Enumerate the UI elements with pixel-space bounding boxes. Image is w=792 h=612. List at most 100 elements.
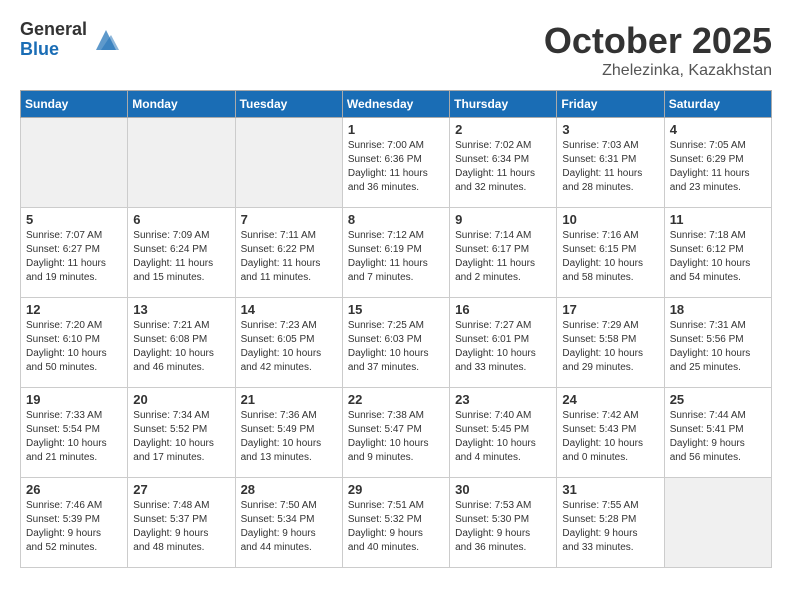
day-info: Sunrise: 7:51 AM Sunset: 5:32 PM Dayligh… <box>348 499 444 555</box>
calendar-cell: 13 Sunrise: 7:21 AM Sunset: 6:08 PM Dayli… <box>128 298 235 388</box>
day-number: 12 <box>26 302 122 317</box>
day-info: Sunrise: 7:23 AM Sunset: 6:05 PM Dayligh… <box>241 319 337 375</box>
day-number: 26 <box>26 482 122 497</box>
day-number: 30 <box>455 482 551 497</box>
day-number: 16 <box>455 302 551 317</box>
weekday-header: Sunday <box>21 91 128 118</box>
calendar-cell: 22 Sunrise: 7:38 AM Sunset: 5:47 PM Dayli… <box>342 388 449 478</box>
day-number: 5 <box>26 212 122 227</box>
day-number: 17 <box>562 302 658 317</box>
calendar-cell: 19 Sunrise: 7:33 AM Sunset: 5:54 PM Dayli… <box>21 388 128 478</box>
calendar-cell: 14Sunrise: 7:23 AM Sunset: 6:05 PM Dayli… <box>235 298 342 388</box>
calendar-cell: 27 Sunrise: 7:48 AM Sunset: 5:37 PM Dayli… <box>128 478 235 568</box>
calendar-cell: 1 Sunrise: 7:00 AM Sunset: 6:36 PM Daylig… <box>342 118 449 208</box>
day-number: 4 <box>670 122 766 137</box>
day-info: Sunrise: 7:50 AM Sunset: 5:34 PM Dayligh… <box>241 499 337 555</box>
month-title: October 2025 <box>544 20 772 62</box>
page-header: General Blue October 2025 Zhelezinka, Ka… <box>20 20 772 80</box>
weekday-header: Wednesday <box>342 91 449 118</box>
title-block: October 2025 Zhelezinka, Kazakhstan <box>544 20 772 80</box>
day-info: Sunrise: 7:27 AM Sunset: 6:01 PM Dayligh… <box>455 319 551 375</box>
calendar-cell: 21 Sunrise: 7:36 AM Sunset: 5:49 PM Dayli… <box>235 388 342 478</box>
weekday-header: Friday <box>557 91 664 118</box>
calendar-table: SundayMondayTuesdayWednesdayThursdayFrid… <box>20 90 772 568</box>
calendar-cell: 17Sunrise: 7:29 AM Sunset: 5:58 PM Dayli… <box>557 298 664 388</box>
calendar-cell: 7 Sunrise: 7:11 AM Sunset: 6:22 PM Daylig… <box>235 208 342 298</box>
day-number: 27 <box>133 482 229 497</box>
calendar-cell: 6 Sunrise: 7:09 AM Sunset: 6:24 PM Daylig… <box>128 208 235 298</box>
day-info: Sunrise: 7:12 AM Sunset: 6:19 PM Dayligh… <box>348 229 444 285</box>
day-info: Sunrise: 7:25 AM Sunset: 6:03 PM Dayligh… <box>348 319 444 375</box>
logo: General Blue <box>20 20 121 60</box>
day-number: 21 <box>241 392 337 407</box>
calendar-cell: 29 Sunrise: 7:51 AM Sunset: 5:32 PM Dayli… <box>342 478 449 568</box>
calendar-cell: 16 Sunrise: 7:27 AM Sunset: 6:01 PM Dayli… <box>450 298 557 388</box>
day-info: Sunrise: 7:40 AM Sunset: 5:45 PM Dayligh… <box>455 409 551 465</box>
day-number: 1 <box>348 122 444 137</box>
day-number: 24 <box>562 392 658 407</box>
calendar-cell: 10 Sunrise: 7:16 AM Sunset: 6:15 PM Dayli… <box>557 208 664 298</box>
calendar-cell: 2 Sunrise: 7:02 AM Sunset: 6:34 PM Daylig… <box>450 118 557 208</box>
day-number: 25 <box>670 392 766 407</box>
calendar-cell: 31Sunrise: 7:55 AM Sunset: 5:28 PM Dayli… <box>557 478 664 568</box>
day-number: 29 <box>348 482 444 497</box>
day-info: Sunrise: 7:00 AM Sunset: 6:36 PM Dayligh… <box>348 139 444 195</box>
weekday-header: Saturday <box>664 91 771 118</box>
calendar-cell: 28 Sunrise: 7:50 AM Sunset: 5:34 PM Dayli… <box>235 478 342 568</box>
day-info: Sunrise: 7:21 AM Sunset: 6:08 PM Dayligh… <box>133 319 229 375</box>
calendar-cell: 23 Sunrise: 7:40 AM Sunset: 5:45 PM Dayli… <box>450 388 557 478</box>
day-info: Sunrise: 7:14 AM Sunset: 6:17 PM Dayligh… <box>455 229 551 285</box>
day-number: 3 <box>562 122 658 137</box>
calendar-cell <box>128 118 235 208</box>
day-number: 22 <box>348 392 444 407</box>
calendar-cell: 15 Sunrise: 7:25 AM Sunset: 6:03 PM Dayli… <box>342 298 449 388</box>
day-info: Sunrise: 7:38 AM Sunset: 5:47 PM Dayligh… <box>348 409 444 465</box>
calendar-cell: 24 Sunrise: 7:42 AM Sunset: 5:43 PM Dayli… <box>557 388 664 478</box>
day-info: Sunrise: 7:34 AM Sunset: 5:52 PM Dayligh… <box>133 409 229 465</box>
day-info: Sunrise: 7:03 AM Sunset: 6:31 PM Dayligh… <box>562 139 658 195</box>
day-number: 19 <box>26 392 122 407</box>
day-number: 11 <box>670 212 766 227</box>
day-number: 6 <box>133 212 229 227</box>
day-info: Sunrise: 7:11 AM Sunset: 6:22 PM Dayligh… <box>241 229 337 285</box>
day-info: Sunrise: 7:16 AM Sunset: 6:15 PM Dayligh… <box>562 229 658 285</box>
day-number: 18 <box>670 302 766 317</box>
logo-blue: Blue <box>20 40 87 60</box>
weekday-header: Thursday <box>450 91 557 118</box>
day-number: 9 <box>455 212 551 227</box>
calendar-cell: 5 Sunrise: 7:07 AM Sunset: 6:27 PM Daylig… <box>21 208 128 298</box>
day-number: 2 <box>455 122 551 137</box>
day-number: 28 <box>241 482 337 497</box>
calendar-cell <box>235 118 342 208</box>
calendar-cell <box>21 118 128 208</box>
day-info: Sunrise: 7:48 AM Sunset: 5:37 PM Dayligh… <box>133 499 229 555</box>
day-info: Sunrise: 7:05 AM Sunset: 6:29 PM Dayligh… <box>670 139 766 195</box>
day-number: 15 <box>348 302 444 317</box>
calendar-cell: 9 Sunrise: 7:14 AM Sunset: 6:17 PM Daylig… <box>450 208 557 298</box>
day-number: 23 <box>455 392 551 407</box>
calendar-cell: 4 Sunrise: 7:05 AM Sunset: 6:29 PM Daylig… <box>664 118 771 208</box>
day-info: Sunrise: 7:36 AM Sunset: 5:49 PM Dayligh… <box>241 409 337 465</box>
day-number: 20 <box>133 392 229 407</box>
day-info: Sunrise: 7:20 AM Sunset: 6:10 PM Dayligh… <box>26 319 122 375</box>
day-number: 7 <box>241 212 337 227</box>
day-info: Sunrise: 7:33 AM Sunset: 5:54 PM Dayligh… <box>26 409 122 465</box>
day-info: Sunrise: 7:07 AM Sunset: 6:27 PM Dayligh… <box>26 229 122 285</box>
weekday-header: Tuesday <box>235 91 342 118</box>
calendar-cell: 25Sunrise: 7:44 AM Sunset: 5:41 PM Dayli… <box>664 388 771 478</box>
day-number: 10 <box>562 212 658 227</box>
day-info: Sunrise: 7:02 AM Sunset: 6:34 PM Dayligh… <box>455 139 551 195</box>
day-number: 13 <box>133 302 229 317</box>
logo-general: General <box>20 20 87 40</box>
logo-icon <box>91 25 121 55</box>
day-info: Sunrise: 7:53 AM Sunset: 5:30 PM Dayligh… <box>455 499 551 555</box>
day-info: Sunrise: 7:55 AM Sunset: 5:28 PM Dayligh… <box>562 499 658 555</box>
day-info: Sunrise: 7:42 AM Sunset: 5:43 PM Dayligh… <box>562 409 658 465</box>
day-info: Sunrise: 7:18 AM Sunset: 6:12 PM Dayligh… <box>670 229 766 285</box>
weekday-header: Monday <box>128 91 235 118</box>
calendar-cell: 11 Sunrise: 7:18 AM Sunset: 6:12 PM Dayli… <box>664 208 771 298</box>
day-info: Sunrise: 7:09 AM Sunset: 6:24 PM Dayligh… <box>133 229 229 285</box>
calendar-cell: 30 Sunrise: 7:53 AM Sunset: 5:30 PM Dayli… <box>450 478 557 568</box>
calendar-cell: 20 Sunrise: 7:34 AM Sunset: 5:52 PM Dayli… <box>128 388 235 478</box>
calendar-cell: 26Sunrise: 7:46 AM Sunset: 5:39 PM Dayli… <box>21 478 128 568</box>
